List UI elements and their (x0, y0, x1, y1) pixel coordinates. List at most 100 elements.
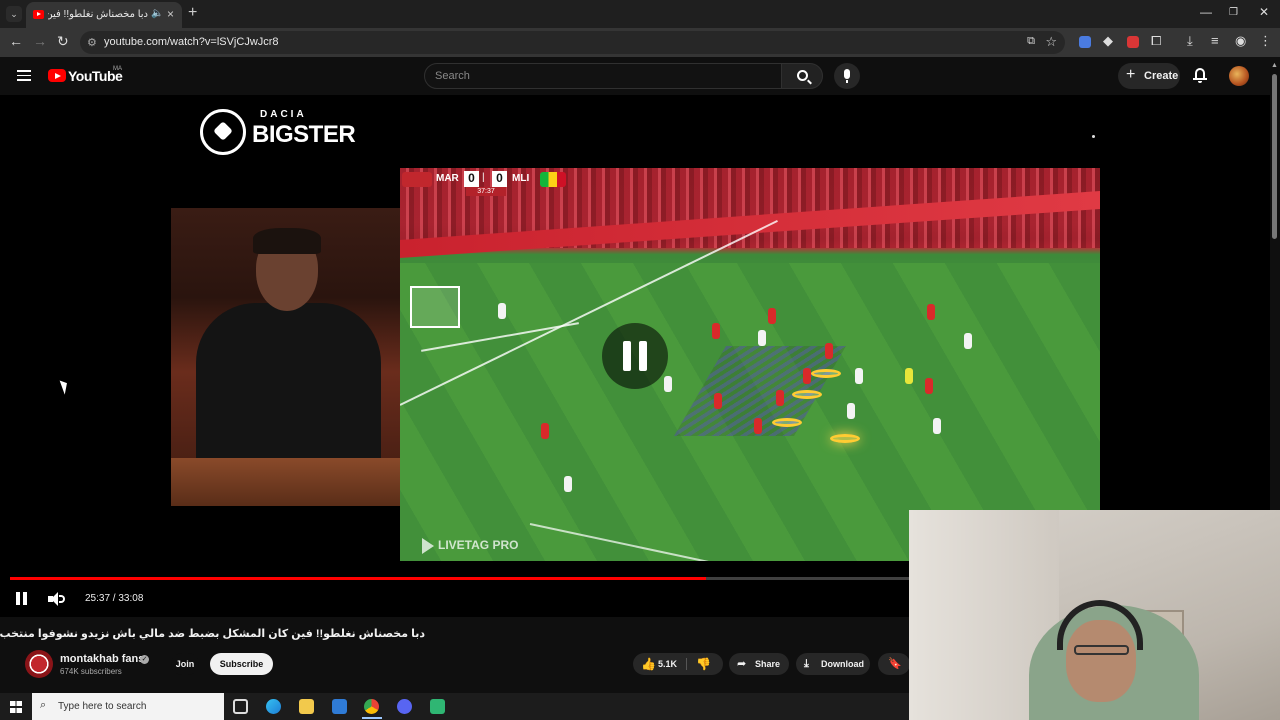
youtube-favicon-icon (33, 10, 44, 19)
video-indicator-dot (1092, 135, 1095, 138)
tab-close-icon[interactable]: × (167, 7, 174, 21)
browser-menu-icon[interactable]: ⋮ (1259, 33, 1272, 49)
share-icon: ➦ (737, 658, 747, 670)
time-display: 25:37 / 33:08 (85, 593, 144, 604)
download-icon: ⤓ (804, 658, 809, 670)
livetag-watermark: LIVETAG PRO (422, 538, 518, 554)
tab-search-icon[interactable]: ⌄ (6, 6, 22, 22)
discord-icon[interactable] (397, 699, 412, 714)
livetag-logo-icon (422, 538, 434, 554)
streamer-webcam (909, 510, 1280, 720)
downloads-icon[interactable]: ⤓ (1187, 33, 1193, 49)
volume-icon[interactable] (48, 592, 66, 606)
like-count[interactable]: 5.1K (658, 653, 677, 675)
account-avatar[interactable] (1229, 66, 1249, 86)
address-bar[interactable]: ⚙ youtube.com/watch?v=lSVjCJwJcr8 ⧉ ☆ (80, 31, 1065, 54)
notifications-bell-icon[interactable] (1193, 68, 1207, 83)
edge-icon[interactable] (266, 699, 281, 714)
windows-start-icon[interactable] (10, 701, 22, 713)
new-tab-button[interactable]: + (188, 4, 197, 22)
chrome-icon[interactable] (364, 699, 379, 714)
youtube-logo-icon[interactable] (48, 69, 66, 82)
youtube-masthead: YouTube MA Search + Create (0, 57, 1280, 95)
bookmark-icon: 🔖 (888, 658, 902, 670)
dislike-icon[interactable]: 👎 (696, 653, 711, 675)
channel-avatar[interactable] (25, 650, 53, 678)
hamburger-menu-icon[interactable] (17, 70, 31, 81)
tab-audio-icon[interactable]: 🔈 (151, 8, 163, 19)
home-score: 0 (464, 171, 479, 187)
scrollbar-thumb[interactable] (1272, 74, 1277, 239)
verified-badge-icon: ✓ (140, 655, 149, 664)
taskbar-search-placeholder: Type here to search (58, 701, 147, 712)
search-icon (797, 70, 808, 81)
home-team: MAR (436, 173, 459, 184)
task-view-icon[interactable] (233, 699, 248, 714)
translate-extension-icon[interactable] (1079, 36, 1091, 48)
scroll-up-icon[interactable]: ▲ (1271, 62, 1278, 69)
football-logo-icon (200, 109, 246, 155)
video-title: دبا مخصناش نغلطو!! فين كان المشكل بضبط ض… (0, 628, 425, 640)
download-button[interactable]: ⤓ Download (796, 653, 870, 675)
morocco-flag-icon (402, 172, 432, 187)
search-input[interactable]: Search (424, 63, 782, 89)
search-button[interactable] (781, 63, 823, 89)
close-window-button[interactable]: ✕ (1259, 5, 1269, 19)
app-icon[interactable] (430, 699, 445, 714)
restore-button[interactable]: ❐ (1229, 7, 1238, 18)
scoreboard: MAR 0 | 0 MLI 37:37 (402, 171, 567, 196)
pause-overlay-icon[interactable] (602, 323, 668, 389)
windows-taskbar: ⌕ Type here to search (0, 693, 909, 720)
create-label: Create (1144, 70, 1179, 82)
join-button[interactable]: Join (171, 653, 199, 675)
subscribe-button[interactable]: Subscribe (210, 653, 273, 675)
match-clock: 37:37 (466, 187, 506, 196)
like-dislike-group: 👍 5.1K 👎 (633, 653, 723, 675)
browser-tab-bar: ⌄ دبا مخصناش نغلطو!! فين كا... 🔈 × + — ❐… (0, 0, 1280, 28)
media-control-icon[interactable]: ≡ (1211, 33, 1219, 48)
share-button[interactable]: ➦ Share (729, 653, 789, 675)
pdf-extension-icon[interactable] (1127, 36, 1139, 48)
extensions-puzzle-icon[interactable]: ⧠ (1151, 33, 1161, 49)
progress-played (10, 577, 706, 580)
pause-button[interactable] (16, 592, 28, 605)
taskbar-search-input[interactable]: ⌕ Type here to search (32, 693, 224, 720)
subscriber-count: 674K subscribers (60, 667, 122, 676)
sponsor-logo: DACIA BIGSTER (200, 109, 356, 159)
minimize-button[interactable]: — (1200, 5, 1212, 19)
like-icon[interactable]: 👍 (641, 653, 656, 675)
match-footage: MAR 0 | 0 MLI 37:37 LIVETAG PRO (400, 168, 1100, 561)
extension-diamond-icon[interactable]: ◆ (1103, 33, 1113, 49)
mouse-cursor-icon (59, 378, 71, 395)
watermark-text: LIVETAG PRO (438, 538, 519, 553)
url-text: youtube.com/watch?v=lSVjCJwJcr8 (104, 36, 279, 48)
create-button[interactable]: + Create (1118, 63, 1180, 89)
goal-frame (410, 286, 460, 328)
site-info-icon[interactable]: ⚙ (87, 36, 97, 49)
forward-icon[interactable]: → (33, 33, 47, 49)
taskbar-search-icon: ⌕ (40, 699, 47, 711)
search-placeholder: Search (435, 70, 470, 82)
browser-tab[interactable]: دبا مخصناش نغلطو!! فين كا... 🔈 × (26, 2, 182, 28)
bookmark-star-icon[interactable]: ☆ (1045, 34, 1057, 50)
plus-icon: + (1126, 66, 1136, 83)
save-button[interactable]: 🔖 (878, 653, 910, 675)
voice-search-button[interactable] (834, 63, 860, 89)
sponsor-brand-small: DACIA (260, 109, 307, 120)
mali-flag-icon (540, 172, 566, 187)
country-code: MA (113, 66, 122, 72)
active-app-indicator (362, 717, 382, 719)
away-team: MLI (512, 173, 530, 184)
download-label: Download (821, 659, 864, 669)
profile-icon[interactable]: ◉ (1235, 33, 1246, 49)
store-icon[interactable] (332, 699, 347, 714)
file-explorer-icon[interactable] (299, 699, 314, 714)
install-icon[interactable]: ⧉ (1027, 35, 1035, 48)
back-icon[interactable]: ← (9, 33, 23, 49)
progress-bar[interactable] (10, 577, 910, 580)
channel-name[interactable]: montakhab fans (60, 653, 144, 665)
reload-icon[interactable]: ↻ (57, 33, 69, 50)
sponsor-brand-name: BIGSTER (252, 121, 356, 148)
away-score: 0 (492, 171, 507, 187)
host-camera-feed (171, 208, 401, 506)
